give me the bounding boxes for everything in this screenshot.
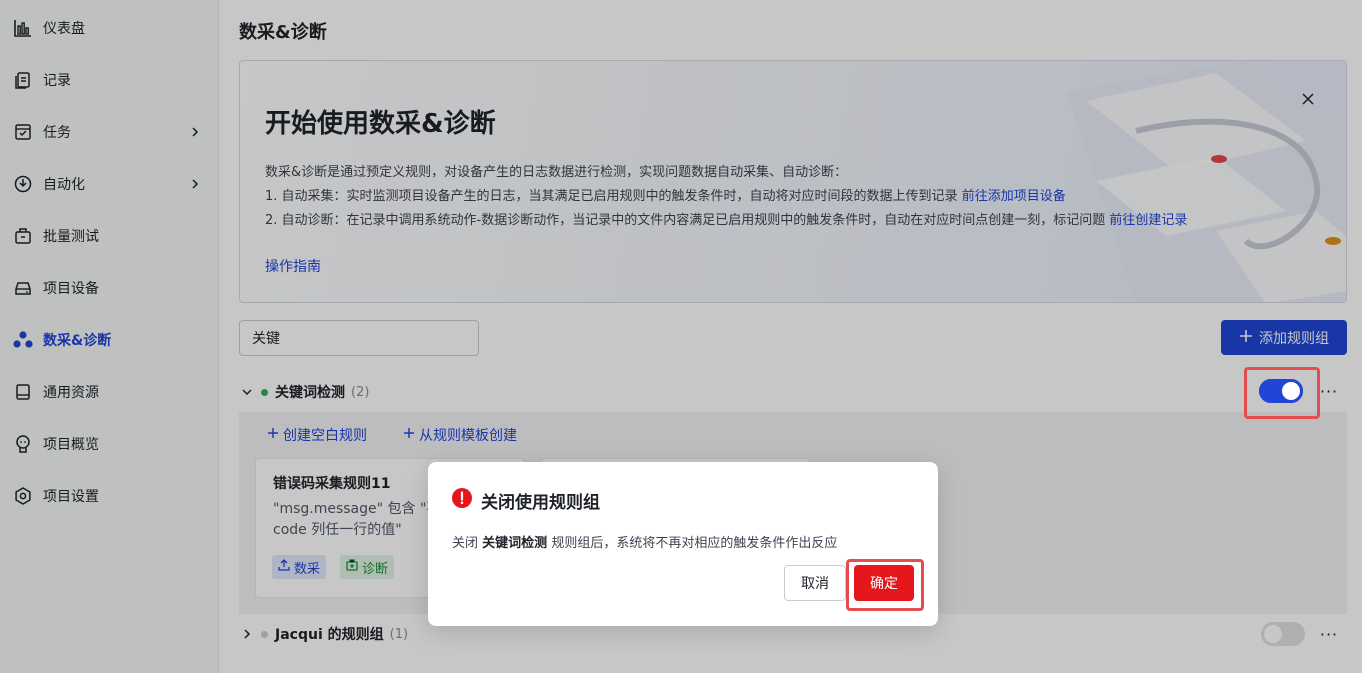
warning-icon bbox=[452, 488, 472, 513]
cancel-button[interactable]: 取消 bbox=[784, 565, 846, 601]
dialog-title-text: 关闭使用规则组 bbox=[481, 493, 600, 513]
dialog-message: 关闭 关键词检测 规则组后，系统将不再对相应的触发条件作出反应 bbox=[452, 532, 837, 551]
dialog-title: 关闭使用规则组 bbox=[452, 488, 600, 513]
toggle-knob bbox=[1282, 382, 1300, 400]
dialog-body-group: 关键词检测 bbox=[482, 536, 548, 551]
dialog-body-suffix: 规则组后，系统将不再对相应的触发条件作出反应 bbox=[551, 536, 838, 551]
dialog-body-prefix: 关闭 bbox=[452, 536, 479, 551]
confirm-button[interactable]: 确定 bbox=[854, 565, 914, 601]
group-toggle-highlighted[interactable] bbox=[1259, 379, 1303, 403]
confirm-dialog: 关闭使用规则组 关闭 关键词检测 规则组后，系统将不再对相应的触发条件作出反应 … bbox=[428, 462, 938, 626]
